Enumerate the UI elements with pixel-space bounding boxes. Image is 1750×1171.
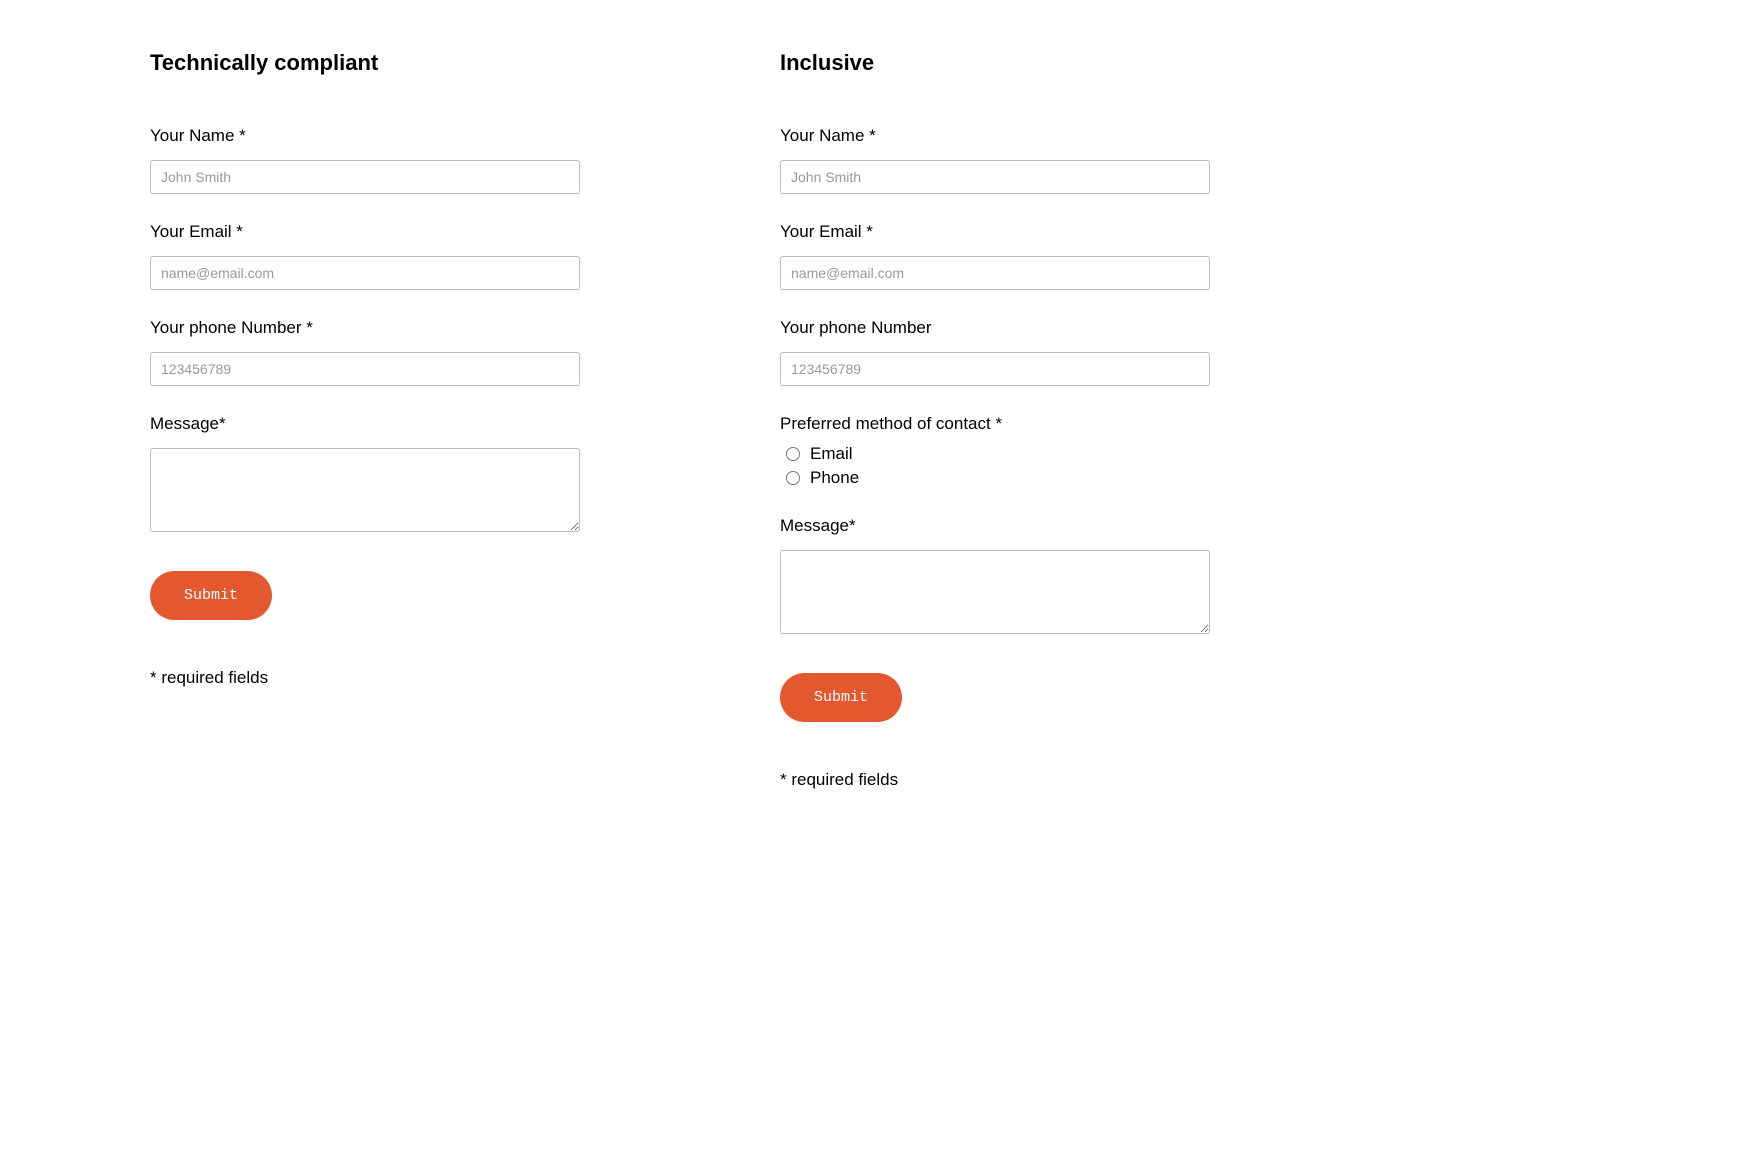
message-textarea[interactable] <box>780 550 1210 634</box>
name-input[interactable] <box>150 160 580 194</box>
field-group-contact-method: Preferred method of contact * Email Phon… <box>780 414 1210 488</box>
required-note: * required fields <box>150 668 580 688</box>
field-group-email: Your Email * <box>150 222 580 290</box>
email-input[interactable] <box>780 256 1210 290</box>
submit-button[interactable]: Submit <box>780 673 902 722</box>
radio-item-phone: Phone <box>780 468 1210 488</box>
contact-method-label: Preferred method of contact * <box>780 414 1210 434</box>
radio-item-email: Email <box>780 444 1210 464</box>
message-textarea[interactable] <box>150 448 580 532</box>
form-technically-compliant: Technically compliant Your Name * Your E… <box>150 50 580 790</box>
field-group-name: Your Name * <box>150 126 580 194</box>
phone-label: Your phone Number <box>780 318 1210 338</box>
submit-button[interactable]: Submit <box>150 571 272 620</box>
field-group-name: Your Name * <box>780 126 1210 194</box>
radio-group-contact: Email Phone <box>780 444 1210 488</box>
field-group-message: Message* <box>780 516 1210 639</box>
email-label: Your Email * <box>780 222 1210 242</box>
name-label: Your Name * <box>780 126 1210 146</box>
message-label: Message* <box>150 414 580 434</box>
message-label: Message* <box>780 516 1210 536</box>
radio-email[interactable] <box>786 447 800 461</box>
phone-input[interactable] <box>780 352 1210 386</box>
name-input[interactable] <box>780 160 1210 194</box>
form-title-left: Technically compliant <box>150 50 580 76</box>
form-title-right: Inclusive <box>780 50 1210 76</box>
radio-phone[interactable] <box>786 471 800 485</box>
field-group-phone: Your phone Number * <box>150 318 580 386</box>
form-inclusive: Inclusive Your Name * Your Email * Your … <box>780 50 1210 790</box>
field-group-phone: Your phone Number <box>780 318 1210 386</box>
field-group-message: Message* <box>150 414 580 537</box>
email-label: Your Email * <box>150 222 580 242</box>
name-label: Your Name * <box>150 126 580 146</box>
phone-label: Your phone Number * <box>150 318 580 338</box>
radio-label-phone: Phone <box>810 468 859 488</box>
radio-label-email: Email <box>810 444 853 464</box>
phone-input[interactable] <box>150 352 580 386</box>
email-input[interactable] <box>150 256 580 290</box>
field-group-email: Your Email * <box>780 222 1210 290</box>
required-note: * required fields <box>780 770 1210 790</box>
